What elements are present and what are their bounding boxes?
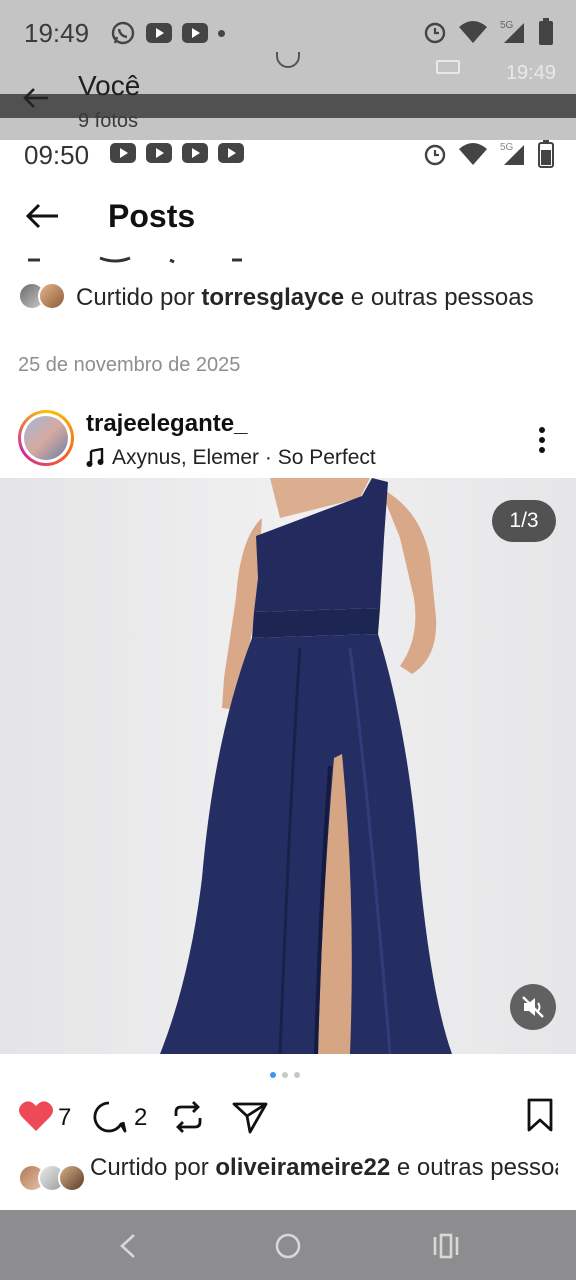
wifi-icon [459,143,487,165]
avatar [38,282,66,310]
nav-home-icon[interactable] [274,1232,302,1260]
dress-photo [160,478,452,1054]
more-notifications-dot [218,29,225,37]
post-date: 25 de novembro de 2025 [18,354,241,376]
outer-subtitle: 9 fotos [78,110,139,132]
youtube-icon [218,143,244,163]
youtube-icon [182,143,208,163]
page-title: Posts [108,198,196,234]
liked-by-text: Curtido por oliveirameire22 e outras pes… [90,1154,558,1181]
more-vertical-icon[interactable] [536,426,548,454]
svg-text:5G: 5G [500,142,514,153]
signal-icon: 5G [500,142,524,165]
avatar [24,416,68,460]
back-arrow-icon[interactable] [24,202,60,230]
post-music[interactable]: Axynus, Elemer · So Perfect [86,446,376,470]
like-count[interactable]: 7 [58,1104,71,1132]
alarm-icon [424,144,446,166]
svg-text:5G: 5G [500,20,514,31]
outer-title: Você [78,70,141,101]
previous-post-cutoff [28,256,242,264]
liked-by-user[interactable]: oliveirameire22 [215,1154,390,1181]
post-username[interactable]: trajeelegante_ [86,410,247,438]
outer-timestamp: 19:49 [505,62,556,84]
signal-icon: 5G [500,20,524,43]
inner-notification-icons [110,143,244,163]
post-header: trajeelegante_ Axynus, Elemer · So Perfe… [0,406,576,472]
previous-post-liked-by[interactable]: Curtido por torresglayce e outras pessoa… [18,282,558,314]
comment-count[interactable]: 2 [134,1104,147,1132]
alarm-icon [424,22,446,44]
carousel-dot [282,1072,288,1078]
wifi-icon [459,21,487,43]
inner-clock: 09:50 [24,140,90,170]
outer-clock: 19:49 [24,18,90,48]
inner-status-bar: 09:50 5G [0,140,576,172]
post-image[interactable]: 1/3 [0,478,576,1054]
carousel-dot-active [270,1072,276,1078]
youtube-icon [146,143,172,163]
youtube-icon [146,23,172,43]
nav-recents-icon[interactable] [432,1232,460,1260]
youtube-icon [182,23,208,43]
nav-back-icon[interactable] [118,1232,138,1260]
heart-icon[interactable] [18,1100,54,1132]
inner-system-icons: 5G [422,140,554,168]
post-actions: 7 2 [0,1094,576,1142]
liked-avatars [18,1154,86,1192]
share-icon[interactable] [232,1100,268,1134]
bookmark-icon[interactable] [526,1098,554,1132]
carousel-dots [270,1072,300,1078]
outer-system-icons: 5G [422,18,554,46]
mute-button[interactable] [510,984,556,1030]
outer-home-indicator [276,52,300,68]
back-arrow-icon[interactable] [22,86,50,110]
liked-by-text: Curtido por torresglayce e outras pessoa… [76,284,534,311]
posts-header: Posts [0,172,576,252]
carousel-counter: 1/3 [492,500,556,542]
avatar [58,1164,86,1192]
post-liked-by[interactable]: Curtido por oliveirameire22 e outras pes… [18,1152,558,1192]
outer-recents-icon [436,60,460,74]
outer-notification-icons [110,20,225,46]
story-ring[interactable] [18,410,74,466]
battery-icon [539,18,553,45]
navigation-bar [0,1210,576,1280]
liked-avatars [18,282,70,312]
battery-icon [538,140,554,168]
music-note-icon [86,448,104,467]
outer-viewer-header: 19:49 Você 9 fotos [0,52,576,140]
liked-by-user[interactable]: torresglayce [201,284,344,311]
comment-icon[interactable] [92,1100,128,1134]
carousel-dot [294,1072,300,1078]
youtube-icon [110,143,136,163]
music-label: Axynus, Elemer · So Perfect [112,446,376,469]
repost-icon[interactable] [172,1100,204,1134]
mute-icon [522,996,544,1018]
whatsapp-icon [111,21,135,45]
